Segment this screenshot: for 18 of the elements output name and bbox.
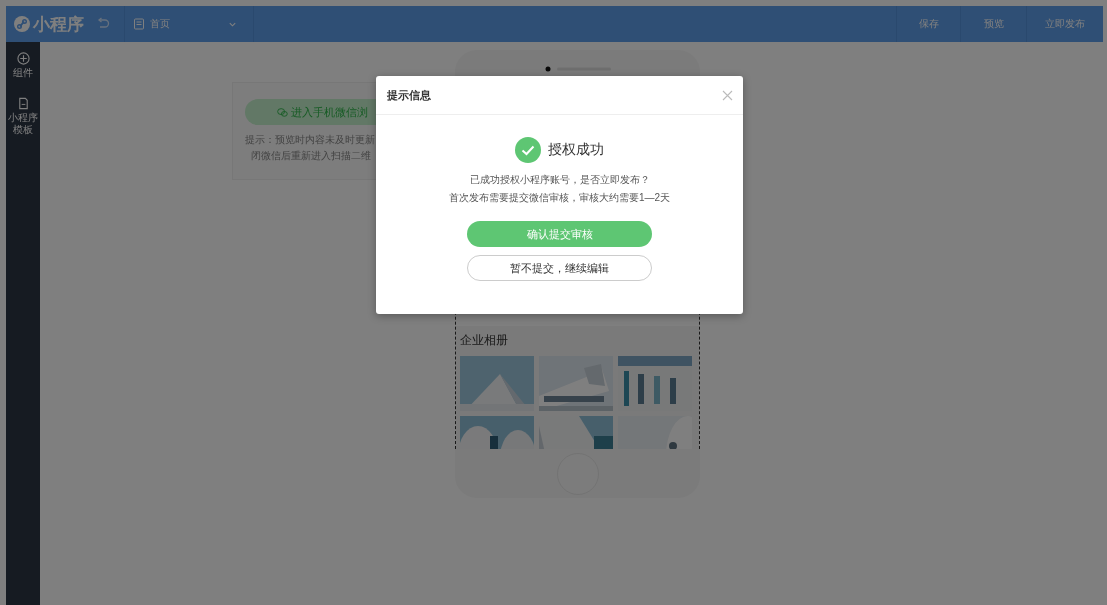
document-icon (16, 97, 30, 110)
page-icon (133, 18, 145, 30)
sidebar-item[interactable]: 小程序模板 (7, 97, 39, 136)
sidebar-item[interactable]: 组件 (7, 52, 39, 79)
undo-icon[interactable] (96, 17, 110, 31)
status-text: 授权成功 (548, 141, 604, 159)
close-icon[interactable] (722, 89, 733, 101)
app-logo-text: 小程序 (33, 13, 84, 36)
logo-icon (14, 16, 30, 32)
continue-editing-button[interactable]: 暂不提交，继续编辑 (467, 255, 652, 281)
confirm-button[interactable]: 确认提交审核 (467, 221, 652, 247)
page-selector[interactable]: 首页 (125, 6, 253, 42)
dialog-message: 已成功授权小程序账号，是否立即发布？ 首次发布需要提交微信审核，审核大约需要1—2天 (448, 173, 671, 205)
album-title: 企业相册 (460, 332, 509, 349)
phone-speaker-drawing (544, 66, 611, 72)
chat-bubbles-icon (277, 106, 288, 118)
add-icon (16, 52, 30, 65)
check-circle-icon (515, 137, 541, 163)
